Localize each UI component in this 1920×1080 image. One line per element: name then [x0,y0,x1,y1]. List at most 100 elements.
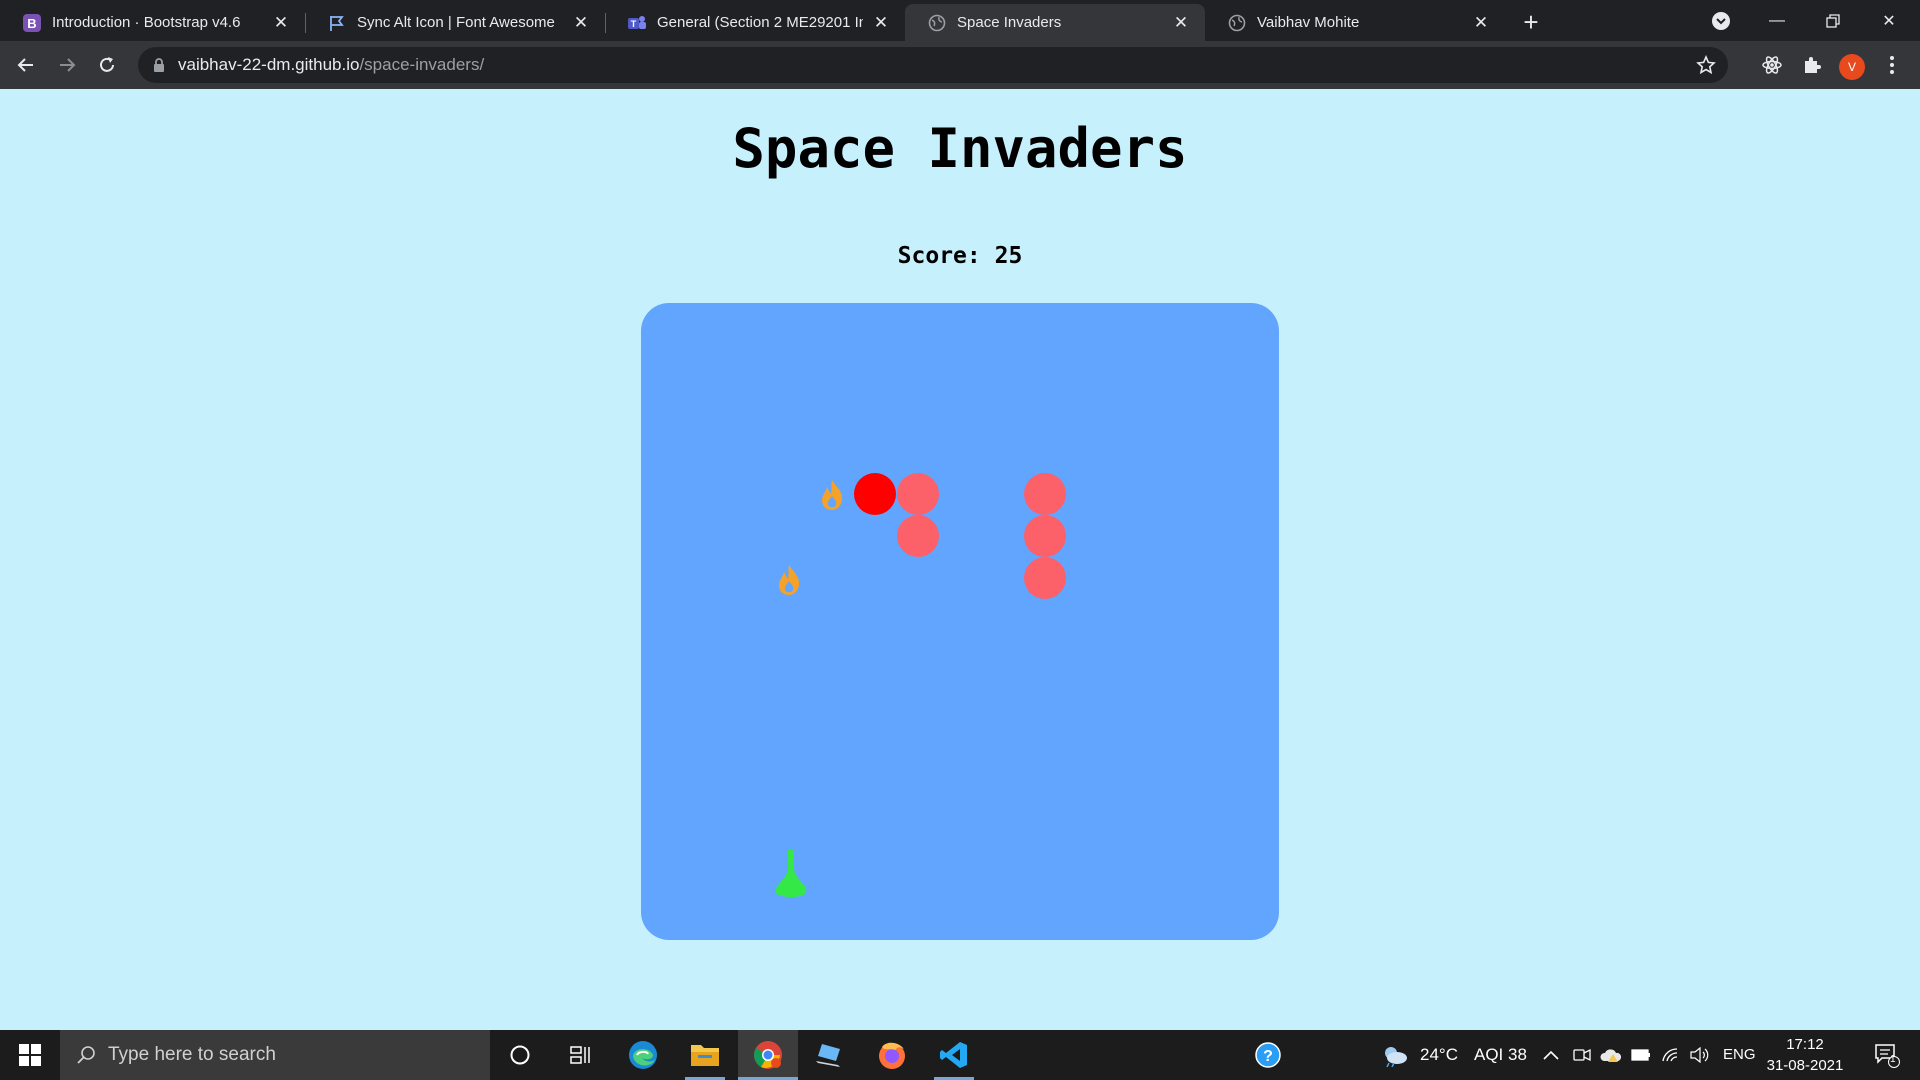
kebab-menu-icon [1890,56,1894,74]
invader [897,515,939,557]
fire-icon [822,480,843,510]
restore-icon [1826,13,1840,28]
close-window-button[interactable]: ✕ [1866,0,1912,41]
close-tab-icon[interactable]: ✕ [1471,13,1491,33]
tab-title: General (Section 2 ME29201 Intro [657,14,863,31]
browser-menu-button[interactable] [1876,49,1908,81]
arrow-right-icon [60,58,76,72]
chevron-down-icon [1712,11,1730,30]
search-icon [77,1046,95,1064]
taskbar-vscode[interactable] [924,1030,984,1080]
star-icon[interactable] [1696,55,1716,75]
web-page: Space Invaders Score: 25 [0,89,1920,1030]
taskbar-clock[interactable]: 17:12 31-08-2021 [1760,1034,1850,1076]
browser-tab-strip: B Introduction · Bootstrap v4.6 ✕ Sync A… [0,0,1920,41]
browser-toolbar: vaibhav-22-dm.github.io/space-invaders/ … [0,41,1920,89]
invader [897,473,939,515]
wifi-icon[interactable] [1661,1047,1681,1063]
meet-now-icon[interactable] [1573,1047,1591,1063]
react-devtools-extension[interactable] [1756,49,1788,81]
svg-text:T: T [631,19,637,29]
fire-icon [779,565,800,595]
close-tab-icon[interactable]: ✕ [1171,13,1191,33]
tab-bootstrap[interactable]: B Introduction · Bootstrap v4.6 ✕ [0,4,305,41]
forward-button[interactable] [51,49,83,81]
bootstrap-icon: B [22,13,42,33]
windows-taskbar: Type here to search ? 24°C AQI 38 ENG 17… [0,1030,1920,1080]
onedrive-icon[interactable] [1600,1047,1622,1063]
taskbar-chrome[interactable] [738,1030,798,1080]
firefox-icon [879,1042,905,1069]
volume-icon[interactable] [1689,1047,1709,1063]
player-ship-icon [775,850,807,897]
svg-text:?: ? [1263,1048,1273,1065]
taskbar-search-box[interactable]: Type here to search [60,1030,490,1080]
tab-search-button[interactable] [1698,0,1744,41]
url-host: vaibhav-22-dm.github.io [178,55,360,74]
notification-icon [1875,1044,1900,1068]
close-tab-icon[interactable]: ✕ [271,13,291,33]
close-tab-icon[interactable]: ✕ [571,13,591,33]
taskbar-firefox[interactable] [862,1030,922,1080]
help-icon: ? [1255,1042,1281,1068]
search-placeholder: Type here to search [108,1044,276,1065]
profile-avatar[interactable]: V [1839,54,1865,80]
taskbar-laptop-app[interactable] [800,1030,860,1080]
invader [1024,515,1066,557]
clock-time: 17:12 [1786,1036,1824,1053]
restore-button[interactable] [1810,0,1856,41]
taskbar-edge[interactable] [613,1030,673,1080]
tab-font-awesome[interactable]: Sync Alt Icon | Font Awesome ✕ [305,4,605,41]
lock-icon [154,58,164,72]
score-display: Score: 25 [0,243,1920,269]
tab-teams-general[interactable]: T General (Section 2 ME29201 Intro ✕ [605,4,905,41]
task-view-icon [570,1046,590,1064]
invader [1024,473,1066,515]
tab-vaibhav-mohite[interactable]: Vaibhav Mohite ✕ [1205,4,1505,41]
svg-text:B: B [27,16,36,31]
weather-aqi[interactable]: AQI 38 [1474,1045,1527,1065]
battery-icon[interactable] [1631,1049,1651,1061]
teams-icon: T [627,13,647,33]
url-path: /space-invaders/ [359,55,485,74]
score-label: Score: [897,243,981,269]
score-value: 25 [994,243,1023,269]
tab-title: Space Invaders [957,14,1062,31]
windows-logo-icon [19,1044,41,1066]
tab-title: Sync Alt Icon | Font Awesome [357,14,555,31]
tab-title: Introduction · Bootstrap v4.6 [52,14,241,31]
task-view-button[interactable] [550,1030,610,1080]
page-title: Space Invaders [732,117,1188,180]
tab-space-invaders[interactable]: Space Invaders ✕ [905,4,1205,41]
invader [1024,557,1066,599]
minimize-button[interactable]: — [1754,0,1800,41]
address-bar[interactable]: vaibhav-22-dm.github.io/space-invaders/ [138,47,1728,83]
chevron-up-icon[interactable] [1543,1050,1559,1060]
laptop-icon [816,1044,840,1067]
reload-button[interactable] [91,49,123,81]
flag-icon [327,13,347,33]
action-center-button[interactable]: 1 [1862,1030,1912,1080]
clock-date: 31-08-2021 [1766,1057,1844,1074]
vscode-icon [940,1042,967,1068]
game-board[interactable] [641,303,1279,940]
globe-icon [927,13,947,33]
folder-icon [691,1045,719,1066]
globe-icon [1227,13,1247,33]
taskbar-help[interactable]: ? [1238,1030,1298,1080]
weather-temperature[interactable]: 24°C [1420,1045,1458,1065]
weather-cloud-icon[interactable] [1381,1043,1409,1067]
taskbar-file-explorer[interactable] [675,1030,735,1080]
extensions-button[interactable] [1796,49,1828,81]
cortana-button[interactable] [490,1030,550,1080]
input-language[interactable]: ENG [1723,1046,1756,1063]
close-tab-icon[interactable]: ✕ [871,13,891,33]
new-tab-button[interactable]: + [1517,7,1545,37]
arrow-left-icon [17,58,33,72]
chrome-icon [754,1041,782,1069]
back-button[interactable] [10,49,42,81]
puzzle-icon [1805,57,1821,73]
atom-icon [1762,56,1782,74]
start-button[interactable] [0,1030,60,1080]
reload-icon [100,57,114,72]
